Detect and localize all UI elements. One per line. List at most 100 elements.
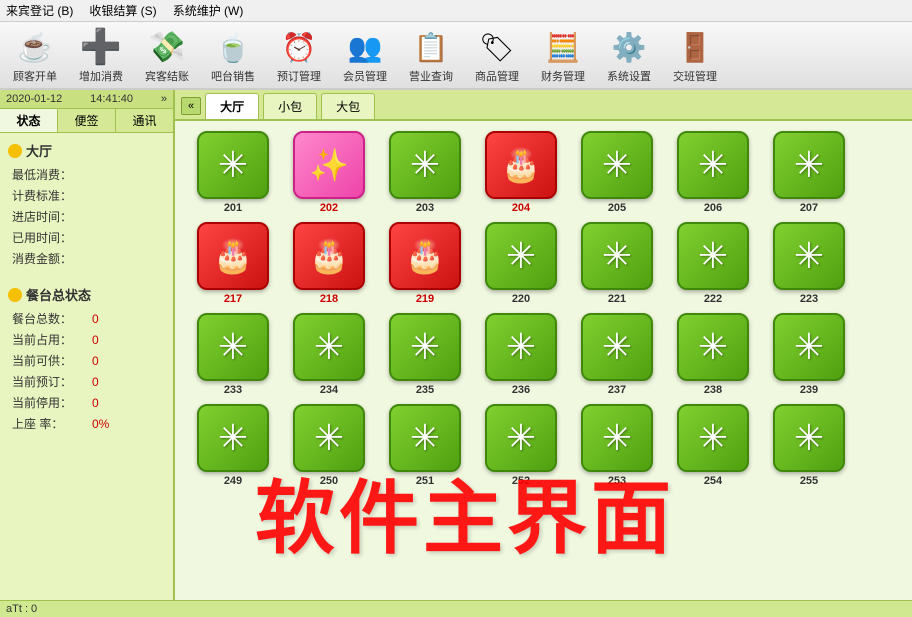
table-222[interactable]: ✳ bbox=[677, 222, 749, 290]
status-section: 餐台总状态 餐台总数： 0 当前占用： 0 当前可供： 0 当前预订： 0 当前… bbox=[0, 277, 173, 438]
table-cell-201: ✳ 201 bbox=[189, 131, 277, 214]
goods-icon: 🏷 bbox=[473, 26, 521, 68]
tab-notes[interactable]: 便签 bbox=[58, 109, 116, 132]
btn-goods[interactable]: 🏷 商品管理 bbox=[470, 26, 524, 84]
table-num-202: 202 bbox=[320, 202, 338, 214]
table-cell-218: 🎂 218 bbox=[285, 222, 373, 305]
menu-cashier[interactable]: 收银结算 (S) bbox=[89, 2, 156, 19]
table-251[interactable]: ✳ bbox=[389, 404, 461, 472]
table-206[interactable]: ✳ bbox=[677, 131, 749, 199]
tab-comms[interactable]: 通讯 bbox=[116, 109, 173, 132]
tab-hall[interactable]: 大厅 bbox=[205, 93, 259, 119]
finance-icon: 🧮 bbox=[539, 26, 587, 68]
table-205[interactable]: ✳ bbox=[581, 131, 653, 199]
btn-reservation-label: 预订管理 bbox=[277, 68, 321, 84]
table-cell-234: ✳ 234 bbox=[285, 313, 373, 396]
table-cell-203: ✳ 203 bbox=[381, 131, 469, 214]
table-218[interactable]: 🎂 bbox=[293, 222, 365, 290]
table-cell-219: 🎂 219 bbox=[381, 222, 469, 305]
star-icon-238: ✳ bbox=[698, 326, 728, 368]
menu-guests[interactable]: 来宾登记 (B) bbox=[6, 2, 73, 19]
settings-icon: ⚙️ bbox=[605, 26, 653, 68]
table-cell-237: ✳ 237 bbox=[573, 313, 661, 396]
btn-settings[interactable]: ⚙️ 系统设置 bbox=[602, 26, 656, 84]
table-253[interactable]: ✳ bbox=[581, 404, 653, 472]
table-204[interactable]: 🎂 bbox=[485, 131, 557, 199]
table-num-237: 237 bbox=[608, 384, 626, 396]
table-cell-250: ✳ 250 bbox=[285, 404, 373, 487]
btn-shift[interactable]: 🚪 交班管理 bbox=[668, 26, 722, 84]
table-219[interactable]: 🎂 bbox=[389, 222, 461, 290]
btn-add-consumption-label: 增加消费 bbox=[79, 68, 123, 84]
table-cell-222: ✳ 222 bbox=[669, 222, 757, 305]
open-order-icon: ☕ bbox=[11, 26, 59, 68]
table-223[interactable]: ✳ bbox=[773, 222, 845, 290]
btn-settings-label: 系统设置 bbox=[607, 68, 651, 84]
nav-arrow-left[interactable]: « bbox=[181, 97, 201, 115]
table-num-201: 201 bbox=[224, 202, 242, 214]
table-num-220: 220 bbox=[512, 293, 530, 305]
btn-sales-query[interactable]: 📋 营业查询 bbox=[404, 26, 458, 84]
occupancy-rate-row: 上座 率： 0% bbox=[8, 413, 165, 434]
table-220[interactable]: ✳ bbox=[485, 222, 557, 290]
table-238[interactable]: ✳ bbox=[677, 313, 749, 381]
star-icon-252: ✳ bbox=[506, 417, 536, 459]
menu-system[interactable]: 系统维护 (W) bbox=[173, 2, 244, 19]
reserved-tables-row: 当前预订： 0 bbox=[8, 371, 165, 392]
table-num-221: 221 bbox=[608, 293, 626, 305]
btn-finance[interactable]: 🧮 财务管理 bbox=[536, 26, 590, 84]
table-252[interactable]: ✳ bbox=[485, 404, 557, 472]
btn-open-order[interactable]: ☕ 顾客开单 bbox=[8, 26, 62, 84]
star-icon-220: ✳ bbox=[506, 235, 536, 277]
btn-checkout[interactable]: 💸 宾客结账 bbox=[140, 26, 194, 84]
table-249[interactable]: ✳ bbox=[197, 404, 269, 472]
table-239[interactable]: ✳ bbox=[773, 313, 845, 381]
datetime-bar: 2020-01-12 14:41:40 » bbox=[0, 90, 173, 109]
star-icon-236: ✳ bbox=[506, 326, 536, 368]
btn-finance-label: 财务管理 bbox=[541, 68, 585, 84]
table-cell-204: 🎂 204 bbox=[477, 131, 565, 214]
table-217[interactable]: 🎂 bbox=[197, 222, 269, 290]
table-num-255: 255 bbox=[800, 475, 818, 487]
checkout-icon: 💸 bbox=[143, 26, 191, 68]
menu-bar: 来宾登记 (B) 收银结算 (S) 系统维护 (W) bbox=[0, 0, 912, 22]
table-233[interactable]: ✳ bbox=[197, 313, 269, 381]
table-num-238: 238 bbox=[704, 384, 722, 396]
table-234[interactable]: ✳ bbox=[293, 313, 365, 381]
total-consumption-row: 消费金额： bbox=[8, 248, 165, 269]
tab-large-room[interactable]: 大包 bbox=[321, 93, 375, 119]
tab-small-room[interactable]: 小包 bbox=[263, 93, 317, 119]
btn-member-label: 会员管理 bbox=[343, 68, 387, 84]
nav-arrow-sidebar[interactable]: » bbox=[161, 93, 167, 105]
btn-bar-sales-label: 吧台销售 bbox=[211, 68, 255, 84]
table-202[interactable]: ✨ bbox=[293, 131, 365, 199]
table-cell-249: ✳ 249 bbox=[189, 404, 277, 487]
table-255[interactable]: ✳ bbox=[773, 404, 845, 472]
table-201[interactable]: ✳ bbox=[197, 131, 269, 199]
btn-add-consumption[interactable]: ➕ 增加消费 bbox=[74, 26, 128, 84]
table-cell-220: ✳ 220 bbox=[477, 222, 565, 305]
table-num-203: 203 bbox=[416, 202, 434, 214]
table-221[interactable]: ✳ bbox=[581, 222, 653, 290]
table-235[interactable]: ✳ bbox=[389, 313, 461, 381]
table-237[interactable]: ✳ bbox=[581, 313, 653, 381]
tab-status[interactable]: 状态 bbox=[0, 109, 58, 132]
table-207[interactable]: ✳ bbox=[773, 131, 845, 199]
table-203[interactable]: ✳ bbox=[389, 131, 461, 199]
star-icon-201: ✳ bbox=[218, 144, 248, 186]
table-254[interactable]: ✳ bbox=[677, 404, 749, 472]
table-cell-236: ✳ 236 bbox=[477, 313, 565, 396]
table-num-251: 251 bbox=[416, 475, 434, 487]
table-250[interactable]: ✳ bbox=[293, 404, 365, 472]
table-cell-251: ✳ 251 bbox=[381, 404, 469, 487]
star-icon-250: ✳ bbox=[314, 417, 344, 459]
table-num-206: 206 bbox=[704, 202, 722, 214]
table-236[interactable]: ✳ bbox=[485, 313, 557, 381]
btn-member[interactable]: 👥 会员管理 bbox=[338, 26, 392, 84]
btn-bar-sales[interactable]: 🍵 吧台销售 bbox=[206, 26, 260, 84]
btn-reservation[interactable]: ⏰ 预订管理 bbox=[272, 26, 326, 84]
btn-sales-query-label: 营业查询 bbox=[409, 68, 453, 84]
table-num-222: 222 bbox=[704, 293, 722, 305]
main-layout: 2020-01-12 14:41:40 » 状态 便签 通讯 大厅 最低消费： … bbox=[0, 90, 912, 600]
table-num-236: 236 bbox=[512, 384, 530, 396]
